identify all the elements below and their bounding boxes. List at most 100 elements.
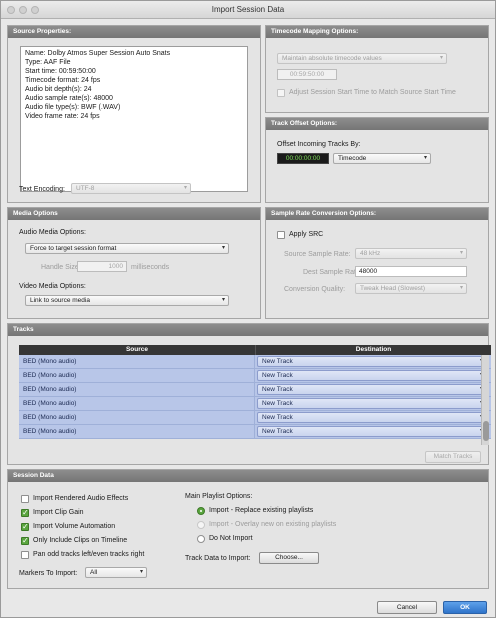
quality-value: Tweak Head (Slowest) (360, 285, 426, 292)
match-tracks-button[interactable]: Match Tracks (425, 451, 481, 463)
destination-value: New Track (262, 414, 293, 421)
only-include-clips-checkbox[interactable] (21, 536, 29, 545)
audio-media-label: Audio Media Options: (19, 229, 86, 236)
timecode-field[interactable]: 00:59:50:00 (277, 69, 337, 80)
session-data-header: Session Data (8, 470, 488, 482)
property-line: Audio sample rate(s): 48000 (25, 95, 113, 102)
source-properties-box: Name: Dolby Atmos Super Session Auto Sna… (20, 46, 248, 192)
close-window-icon[interactable] (7, 6, 15, 14)
chevron-down-icon: ▾ (221, 245, 225, 251)
minimize-window-icon[interactable] (19, 6, 27, 14)
property-line: Name: Dolby Atmos Super Session Auto Sna… (25, 50, 171, 57)
import-clip-gain-label: Import Clip Gain (33, 509, 84, 516)
markers-value: All (90, 569, 98, 576)
playlist-options-label: Main Playlist Options: (185, 493, 253, 500)
offset-unit-select[interactable]: Timecode ▾ (333, 153, 431, 164)
track-source-cell: BED (Mono audio) (19, 411, 255, 425)
playlist-do-not-import-radio[interactable] (197, 535, 205, 543)
text-encoding-select[interactable]: UTF-8 ▾ (71, 183, 191, 194)
destination-value: New Track (262, 358, 293, 365)
adjust-start-time-label: Adjust Session Start Time to Match Sourc… (289, 89, 456, 96)
only-include-clips-label: Only Include Clips on Timeline (33, 537, 128, 544)
playlist-overlay-label: Import - Overlay new on existing playlis… (209, 521, 337, 528)
quality-label: Conversion Quality: (284, 286, 346, 293)
markers-label: Markers To Import: (19, 570, 78, 577)
src-panel: Sample Rate Conversion Options: (265, 207, 489, 319)
track-source-cell: BED (Mono audio) (19, 397, 255, 411)
property-line: Type: AAF File (25, 59, 71, 66)
chevron-down-icon: ▾ (139, 569, 143, 575)
pan-odd-even-checkbox[interactable] (21, 551, 29, 559)
track-source-cell: BED (Mono audio) (19, 383, 255, 397)
source-rate-value: 48 kHz (360, 250, 381, 257)
track-destination-cell: New Track▾ (255, 383, 491, 397)
import-session-data-dialog: Import Session Data Source Properties: N… (0, 0, 496, 618)
quality-select[interactable]: Tweak Head (Slowest) ▾ (355, 283, 467, 294)
markers-select[interactable]: All ▾ (85, 567, 147, 578)
source-properties-header: Source Properties: (8, 26, 260, 38)
destination-value: New Track (262, 386, 293, 393)
property-line: Timecode format: 24 fps (25, 77, 101, 84)
tracks-header: Tracks (8, 324, 488, 336)
import-rendered-effects-label: Import Rendered Audio Effects (33, 495, 129, 502)
choose-button[interactable]: Choose... (259, 552, 319, 564)
track-destination-select[interactable]: New Track▾ (257, 426, 487, 437)
source-rate-select[interactable]: 48 kHz ▾ (355, 248, 467, 259)
ok-button[interactable]: OK (443, 601, 487, 614)
handle-unit-label: milliseconds (131, 264, 170, 271)
track-destination-cell: New Track▾ (255, 369, 491, 383)
media-options-header: Media Options (8, 208, 260, 220)
pan-odd-even-label: Pan odd tracks left/even tracks right (33, 551, 145, 558)
track-destination-select[interactable]: New Track▾ (257, 398, 487, 409)
timecode-mapping-value: Maintain absolute timecode values (282, 55, 382, 62)
adjust-start-time-checkbox[interactable] (277, 89, 285, 97)
track-destination-select[interactable]: New Track▾ (257, 370, 487, 381)
video-media-value: Link to source media (30, 297, 90, 304)
audio-media-value: Force to target session format (30, 245, 117, 252)
track-offset-header: Track Offset Options: (266, 118, 488, 130)
import-rendered-effects-checkbox[interactable] (21, 495, 29, 503)
handle-size-field[interactable]: 1000 (77, 261, 127, 272)
source-properties-panel: Source Properties: Name: Dolby Atmos Sup… (7, 25, 261, 203)
track-destination-cell: New Track▾ (255, 397, 491, 411)
tracks-scrollbar[interactable] (481, 355, 489, 445)
offset-unit-value: Timecode (338, 155, 367, 162)
chevron-down-icon: ▾ (459, 285, 463, 291)
title-bar: Import Session Data (1, 1, 495, 19)
destination-value: New Track (262, 372, 293, 379)
playlist-replace-label: Import - Replace existing playlists (209, 507, 314, 514)
track-destination-select[interactable]: New Track▾ (257, 412, 487, 423)
track-data-label: Track Data to Import: (185, 555, 251, 562)
scrollbar-thumb[interactable] (483, 421, 489, 441)
source-column-header[interactable]: Source (19, 345, 255, 355)
property-line: Audio file type(s): BWF (.WAV) (25, 104, 121, 111)
track-destination-cell: New Track▾ (255, 411, 491, 425)
dest-rate-field[interactable]: 48000 (355, 266, 467, 277)
chevron-down-icon: ▾ (423, 155, 427, 161)
track-destination-select[interactable]: New Track▾ (257, 356, 487, 367)
apply-src-label: Apply SRC (289, 231, 324, 238)
video-media-select[interactable]: Link to source media ▾ (25, 295, 229, 306)
zoom-window-icon[interactable] (31, 6, 39, 14)
import-volume-automation-checkbox[interactable] (21, 522, 29, 531)
destination-column-header[interactable]: Destination (255, 345, 491, 355)
audio-media-select[interactable]: Force to target session format ▾ (25, 243, 229, 254)
chevron-down-icon: ▾ (459, 250, 463, 256)
offset-timecode-field[interactable]: 00:00:00:00 (277, 153, 329, 164)
text-encoding-label: Text Encoding: (19, 186, 65, 193)
playlist-replace-radio[interactable] (197, 507, 205, 515)
apply-src-checkbox[interactable] (277, 231, 285, 239)
property-line: Start time: 00:59:50:00 (25, 68, 96, 75)
timecode-mapping-select[interactable]: Maintain absolute timecode values ▾ (277, 53, 447, 64)
track-source-cell: BED (Mono audio) (19, 425, 255, 439)
offset-label: Offset Incoming Tracks By: (277, 141, 361, 148)
source-rate-label: Source Sample Rate: (284, 251, 351, 258)
track-source-cell: BED (Mono audio) (19, 355, 255, 369)
chevron-down-icon: ▾ (439, 55, 443, 61)
cancel-button[interactable]: Cancel (377, 601, 437, 614)
import-volume-automation-label: Import Volume Automation (33, 523, 116, 530)
import-clip-gain-checkbox[interactable] (21, 508, 29, 517)
track-destination-select[interactable]: New Track▾ (257, 384, 487, 395)
playlist-overlay-radio[interactable] (197, 521, 205, 529)
track-destination-cell: New Track▾ (255, 425, 491, 439)
